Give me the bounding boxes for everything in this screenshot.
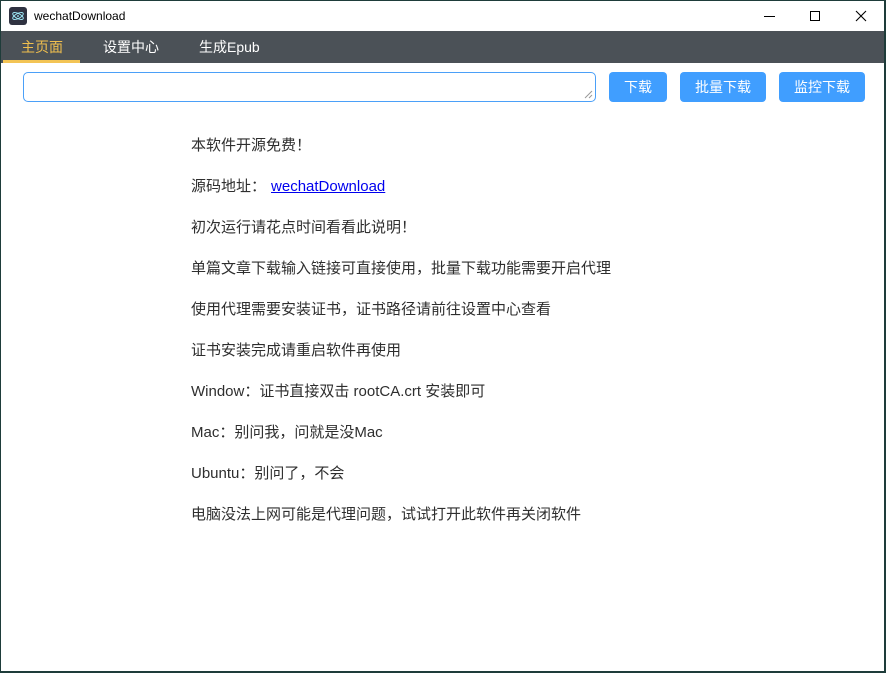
url-input-wrap: [23, 72, 596, 102]
batch-download-button[interactable]: 批量下载: [680, 72, 766, 102]
minimize-icon: [764, 16, 775, 17]
tab-label: 生成Epub: [199, 37, 260, 57]
window-controls: [746, 1, 884, 31]
note-line: 证书安装完成请重启软件再使用: [191, 340, 864, 361]
intro-line: 本软件开源免费！: [191, 135, 864, 156]
note-line: Mac：别问我，问就是没Mac: [191, 422, 864, 443]
minimize-button[interactable]: [746, 1, 792, 31]
source-prefix: 源码地址：: [191, 178, 266, 195]
note-line: 使用代理需要安装证书，证书路径请前往设置中心查看: [191, 299, 864, 320]
note-line: 单篇文章下载输入链接可直接使用，批量下载功能需要开启代理: [191, 258, 864, 279]
source-link[interactable]: wechatDownload: [271, 178, 385, 195]
close-button[interactable]: [838, 1, 884, 31]
tab-label: 设置中心: [103, 37, 159, 57]
url-input[interactable]: [23, 72, 596, 102]
note-line: Window：证书直接双击 rootCA.crt 安装即可: [191, 381, 864, 402]
window-title: wechatDownload: [34, 9, 125, 23]
tab-generate-epub[interactable]: 生成Epub: [179, 31, 280, 63]
tab-settings-center[interactable]: 设置中心: [83, 31, 179, 63]
note-line: Ubuntu：别问了，不会: [191, 463, 864, 484]
tab-bar: 主页面 设置中心 生成Epub: [1, 31, 884, 63]
maximize-button[interactable]: [792, 1, 838, 31]
electron-atom-icon: [9, 7, 27, 25]
download-button[interactable]: 下载: [609, 72, 667, 102]
title-bar: wechatDownload: [1, 1, 884, 31]
source-line: 源码地址： wechatDownload: [191, 176, 864, 197]
note-line: 电脑没法上网可能是代理问题，试试打开此软件再关闭软件: [191, 504, 864, 525]
maximize-icon: [810, 11, 820, 21]
app-window: wechatDownload 主页面 设置中心 生成Epub: [0, 0, 886, 673]
monitor-download-button[interactable]: 监控下载: [779, 72, 865, 102]
tab-label: 主页面: [21, 37, 63, 57]
tab-main-page[interactable]: 主页面: [1, 31, 83, 63]
instructions: 本软件开源免费！ 源码地址： wechatDownload 初次运行请花点时间看看…: [1, 111, 884, 671]
download-toolbar: 下载 批量下载 监控下载: [1, 63, 884, 111]
note-line: 初次运行请花点时间看看此说明！: [191, 217, 864, 238]
close-icon: [855, 10, 867, 22]
